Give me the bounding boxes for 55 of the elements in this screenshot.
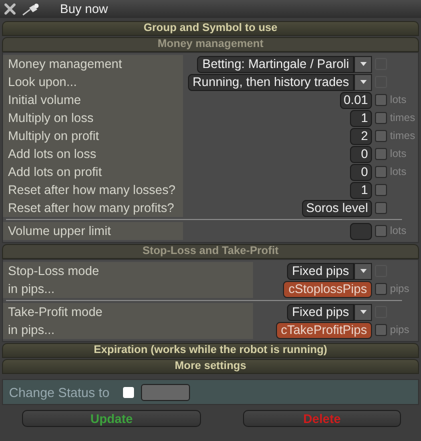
input-field[interactable]: 1 (350, 182, 372, 198)
caret-icon (360, 310, 366, 314)
input-field[interactable]: 0.01 (340, 92, 372, 108)
status-field[interactable] (141, 384, 190, 400)
close-icon[interactable] (4, 3, 16, 15)
unit-label: lots (390, 148, 408, 160)
variable-field[interactable]: cTakeProfitPips (276, 322, 372, 338)
section-header[interactable]: Expiration (works while the robot is running) (2, 343, 419, 358)
checkbox[interactable] (375, 112, 387, 124)
field-label: in pips... (7, 322, 56, 339)
unit-label: times (390, 130, 416, 142)
unit-label: pips (390, 324, 410, 336)
checkbox[interactable] (375, 166, 387, 178)
field-label: Take-Profit mode (7, 304, 104, 321)
checkbox[interactable] (375, 225, 387, 237)
checkbox[interactable] (375, 324, 387, 336)
checkbox[interactable] (375, 130, 387, 142)
checkbox[interactable] (375, 94, 387, 106)
unit-label: lots (390, 94, 408, 106)
input-field[interactable]: 0 (350, 146, 372, 162)
field-label: Stop-Loss mode (7, 263, 100, 280)
field-label: Reset after how many profits? (7, 200, 176, 217)
section-header[interactable]: Group and Symbol to use (2, 21, 419, 36)
field-label: Volume upper limit (7, 223, 112, 240)
field-label: in pips... (7, 281, 56, 298)
input-field[interactable] (350, 222, 372, 240)
field-label: Initial volume (7, 92, 82, 109)
checkbox[interactable] (375, 184, 387, 196)
field-label: Multiply on loss (7, 110, 94, 127)
field-label: Add lots on profit (7, 164, 103, 181)
unit-label: lots (390, 166, 408, 178)
input-field[interactable]: Soros level (302, 200, 372, 216)
caret-icon (360, 62, 366, 66)
checkbox[interactable] (375, 283, 387, 295)
pin-icon[interactable] (22, 2, 40, 16)
checkbox[interactable] (375, 202, 387, 214)
field-label: Add lots on loss (7, 146, 98, 163)
caret-icon (360, 80, 366, 84)
variable-field[interactable]: cStoplossPips (283, 280, 372, 298)
input-field[interactable]: 0 (350, 164, 372, 180)
unit-label: times (390, 112, 416, 124)
checkbox[interactable] (375, 148, 387, 160)
section-header[interactable]: More settings (2, 359, 419, 374)
unit-label: lots (390, 225, 408, 237)
field-label: Look upon... (7, 74, 78, 91)
unit-label: pips (390, 283, 410, 295)
status-checkbox[interactable] (123, 386, 134, 398)
caret-icon (360, 269, 366, 273)
status-label: Change Status to (9, 384, 110, 400)
field-label: Multiply on profit (7, 128, 100, 145)
input-field[interactable]: 2 (350, 128, 372, 144)
input-field[interactable]: 1 (350, 110, 372, 126)
field-label: Reset after how many losses? (7, 182, 176, 199)
field-label: Money management (7, 56, 123, 73)
window-title: Buy now (60, 2, 108, 16)
